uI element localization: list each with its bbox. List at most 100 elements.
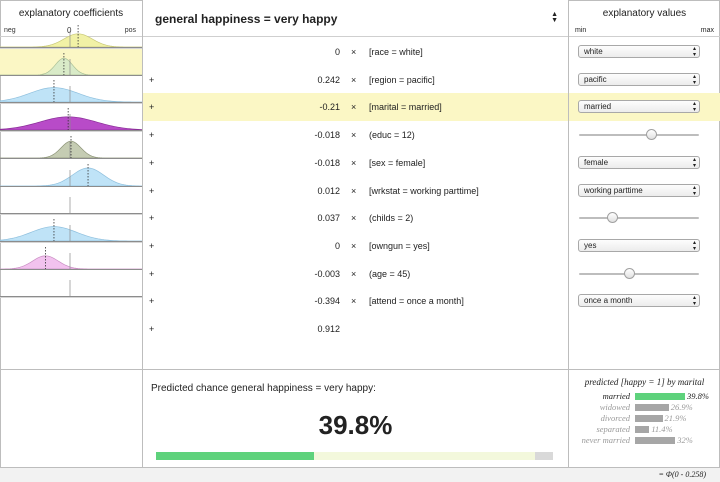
value-slider-track[interactable]: [579, 217, 699, 220]
equation-coefficient: 0.037: [317, 213, 340, 224]
coefficient-density-plot: [0, 80, 142, 104]
coefficients-panel: explanatory coefficients neg 0 pos: [0, 0, 143, 369]
prediction-label: Predicted chance general happiness = ver…: [151, 383, 376, 394]
value-slider-thumb[interactable]: [623, 267, 635, 279]
value-select[interactable]: pacific ▴ ▾: [578, 72, 700, 86]
coefficient-distribution-row: [0, 76, 142, 105]
value-select[interactable]: working parttime ▴ ▾: [578, 183, 700, 197]
value-row: working parttime ▴ ▾: [569, 177, 720, 205]
coefficient-distribution-row: [0, 132, 142, 160]
value-row: yes ▴ ▾: [569, 232, 720, 260]
equation-term: [wrkstat = working parttime]: [369, 185, 479, 196]
marital-category-row: married 39.8%: [569, 391, 720, 401]
marital-category-row: divorced 21.9%: [569, 413, 720, 423]
equation-term: [attend = once a month]: [369, 296, 464, 307]
value-row: pacific ▴ ▾: [569, 66, 720, 94]
value-select-label: once a month: [584, 296, 633, 306]
equation-term: [region = pacific]: [369, 74, 435, 85]
value-slider-track[interactable]: [579, 134, 699, 137]
equation-times: ×: [351, 240, 357, 251]
equation-times: ×: [351, 296, 357, 307]
prediction-bar-fill: [156, 452, 314, 460]
value-select-label: yes: [584, 240, 597, 250]
select-chevron-icon: ▴ ▾: [692, 101, 696, 114]
equation-plus: +: [149, 185, 155, 196]
coefficient-distribution-row: [0, 187, 142, 215]
select-chevron-icon: ▴ ▾: [692, 239, 696, 252]
equation-term: [marital = married]: [369, 102, 442, 113]
outcome-selector[interactable]: general happiness = very happy ▲ ▼: [143, 0, 568, 37]
coefficient-density-plot: [0, 25, 142, 48]
prediction-panel: Predicted chance general happiness = ver…: [143, 369, 568, 467]
value-row: once a month ▴ ▾: [569, 287, 720, 315]
value-select-label: female: [584, 157, 609, 167]
formula-text: = Φ(0 - 0.258): [658, 470, 706, 479]
value-select-label: married: [584, 102, 612, 112]
equation-coefficient: 0: [334, 240, 340, 251]
value-slider-thumb[interactable]: [607, 212, 619, 224]
select-chevron-icon: ▴ ▾: [692, 156, 696, 169]
equation-term: (age = 45): [369, 268, 411, 279]
equation-plus: +: [149, 130, 155, 141]
marital-probability-bar: [635, 393, 685, 400]
equation-times: ×: [351, 157, 357, 168]
equation-row: + -0.003 × (age = 45): [143, 260, 568, 288]
density-curve: [0, 33, 142, 48]
updown-arrow-icon[interactable]: ▲ ▼: [551, 11, 558, 24]
value-row: [569, 204, 720, 232]
values-title: explanatory values: [602, 8, 687, 19]
equation-row: +0.242 × [region = pacific]: [143, 66, 568, 94]
marital-probability-value: 32%: [677, 435, 693, 445]
equation-plus: +: [149, 296, 155, 307]
range-max-label: max: [700, 27, 714, 34]
equation-coefficient: 0.912: [317, 324, 340, 334]
coefficient-density-plot: [0, 108, 142, 132]
equation-coefficient: -0.21: [319, 102, 340, 113]
prediction-value: 39.8%: [318, 410, 393, 440]
equation-times: ×: [351, 130, 357, 141]
value-slider-track[interactable]: [579, 272, 699, 275]
coefficient-distribution-row: [0, 48, 142, 77]
coefficient-density-plot: [0, 52, 142, 76]
coefficient-distribution-row: [0, 270, 142, 298]
equation-panel: general happiness = very happy ▲ ▼ 0 × [rac…: [143, 0, 568, 369]
select-chevron-icon: ▴ ▾: [692, 46, 696, 58]
marital-probability-bar: [635, 437, 676, 444]
marital-category-row: widowed 26.9%: [569, 402, 720, 412]
density-curve: [0, 57, 142, 76]
value-slider-thumb[interactable]: [645, 129, 657, 141]
coefficient-distribution-row: [0, 104, 142, 132]
coefficient-density-plot: [0, 197, 142, 215]
equation-times: ×: [351, 185, 357, 196]
density-curve: [0, 116, 142, 131]
equation-term: [owngun = yes]: [369, 240, 430, 251]
value-select[interactable]: once a month ▴ ▾: [578, 294, 700, 308]
equation-row: +0 × [owngun = yes]: [143, 232, 568, 260]
value-select[interactable]: married ▴ ▾: [578, 100, 700, 114]
value-select[interactable]: female ▴ ▾: [578, 155, 700, 169]
value-select[interactable]: white ▴ ▾: [578, 45, 700, 58]
value-select[interactable]: yes ▴ ▾: [578, 238, 700, 252]
value-select-label: working parttime: [584, 185, 643, 195]
equation-coefficient: 0.242: [317, 74, 340, 85]
equation-coefficient: 0.012: [317, 185, 340, 196]
coefficient-distribution-row: [0, 21, 142, 49]
equation-times: ×: [351, 213, 357, 224]
values-panel: explanatory values min max white ▴ ▾ pacifi…: [568, 0, 720, 369]
equation-term: (childs = 2): [369, 213, 414, 224]
status-bar: = Φ(0 - 0.258): [0, 467, 720, 482]
marital-category-label: divorced: [600, 413, 630, 423]
select-chevron-icon: ▴ ▾: [692, 73, 696, 86]
marital-probability-bar: [635, 415, 663, 422]
density-curve: [0, 87, 142, 103]
equation-row: +0.912: [143, 315, 568, 343]
equation-row: + -0.018 × (educ = 12): [143, 121, 568, 149]
equation-plus: +: [149, 102, 155, 113]
equation-row: 0 × [race = white]: [143, 38, 568, 66]
equation-row: + -0.394 × [attend = once a month]: [143, 287, 568, 315]
equation-row: + -0.21 × [marital = married]: [143, 93, 568, 122]
equation-plus: +: [149, 324, 155, 334]
equation-plus: +: [149, 240, 155, 251]
marital-category-row: never married 32%: [569, 435, 720, 445]
value-select-label: pacific: [584, 74, 607, 84]
